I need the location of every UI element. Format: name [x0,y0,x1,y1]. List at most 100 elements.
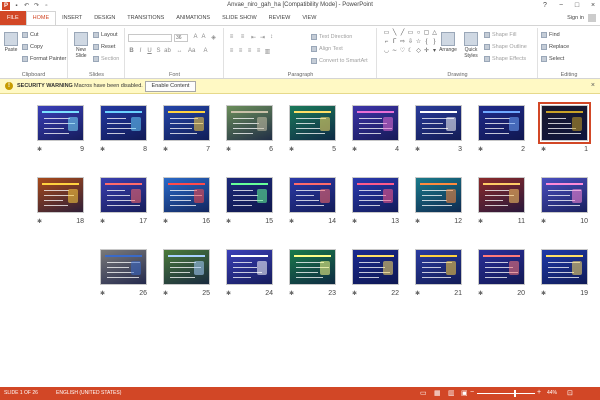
rectangle-shape-icon[interactable]: ▭ [407,30,414,37]
copy-button[interactable]: Copy [22,44,43,50]
slide-thumbnail[interactable] [541,249,588,285]
slide-thumbnail[interactable] [478,177,525,213]
slide-thumbnail[interactable] [226,249,273,285]
justify-icon[interactable]: ≡ [255,48,262,54]
brace-shape-icon[interactable]: } [431,39,438,46]
slide-thumbnail[interactable] [289,249,336,285]
shapes-gallery[interactable]: ▭ ╲ ╱ ▭ ○ ▢ △ ⌐ ᒥ ⇨ ⇩ ☆ { } ◡ ∼ ♡ ☾ ◇ ✛ … [383,30,438,56]
slide-thumbnail[interactable] [100,177,147,213]
slide-thumbnail[interactable] [478,105,525,141]
slide-sorter-view-icon[interactable]: ▦ [434,389,441,397]
zoom-out-button[interactable]: − [470,389,474,396]
shape-fill-button[interactable]: Shape Fill [484,32,516,38]
reading-view-icon[interactable]: ▥ [448,389,455,397]
quick-styles-button[interactable]: Quick Styles [460,32,482,59]
tab-animations[interactable]: ANIMATIONS [170,11,216,25]
callout-shape-icon[interactable]: ◡ [383,48,390,55]
shape-outline-button[interactable]: Shape Outline [484,44,527,50]
tab-home[interactable]: HOME [25,11,57,25]
enable-content-button[interactable]: Enable Content [145,81,196,92]
section-button[interactable]: Section [93,56,119,62]
slide-thumbnail[interactable] [415,249,462,285]
change-case-icon[interactable]: Aa [188,48,195,54]
increase-indent-icon[interactable]: ⇥ [259,34,266,41]
line-shape-icon[interactable]: ⌐ [383,39,390,46]
slide-thumbnail[interactable] [100,249,147,285]
plus-shape-icon[interactable]: ✛ [423,48,430,55]
align-center-icon[interactable]: ≡ [237,48,244,54]
slide-thumbnail[interactable] [100,105,147,141]
arrow-shape-icon[interactable]: ⇨ [399,39,406,46]
text-direction-button[interactable]: Text Direction [311,34,352,40]
slide-thumbnail[interactable] [289,105,336,141]
layout-button[interactable]: Layout [93,32,118,38]
textbox-shape-icon[interactable]: ▭ [383,30,390,37]
tab-file[interactable]: FILE [0,11,26,25]
more-shapes-icon[interactable]: ▾ [431,48,438,55]
minimize-button[interactable]: − [556,1,566,10]
reset-button[interactable]: Reset [93,44,115,50]
slide-thumbnail[interactable] [226,177,273,213]
bullets-icon[interactable]: ≡ [228,34,235,40]
clear-format-icon[interactable]: ◈ [210,34,217,41]
cut-button[interactable]: Cut [22,32,39,38]
grow-font-icon[interactable]: A [192,34,199,40]
shape-effects-button[interactable]: Shape Effects [484,56,526,62]
numbering-icon[interactable]: ≡ [239,34,246,40]
find-button[interactable]: Find [541,32,560,38]
format-painter-button[interactable]: Format Painter [22,56,66,62]
slide-thumbnail[interactable] [163,177,210,213]
diamond-shape-icon[interactable]: ◇ [415,48,422,55]
line-spacing-icon[interactable]: ↕ [268,34,275,40]
align-text-button[interactable]: Align Text [311,46,343,52]
strikethrough-icon[interactable]: ab [164,48,171,54]
char-spacing-icon[interactable]: ↔ [176,48,183,54]
italic-icon[interactable]: I [137,48,144,54]
zoom-slider[interactable] [477,393,535,394]
slide-thumbnail[interactable] [37,177,84,213]
arrange-button[interactable]: Arrange [438,32,458,53]
shadow-icon[interactable]: S [155,48,162,54]
account-avatar[interactable] [588,14,596,22]
decrease-indent-icon[interactable]: ⇤ [250,34,257,41]
slide-thumbnail[interactable] [538,102,591,144]
close-icon[interactable]: × [591,82,595,89]
font-size-field[interactable]: 36 [174,34,188,42]
arrow-shape-icon[interactable]: ⇩ [407,39,414,46]
underline-icon[interactable]: U [146,48,153,54]
slide-thumbnail[interactable] [415,105,462,141]
normal-view-icon[interactable]: ▭ [420,389,427,397]
zoom-slider-thumb[interactable] [514,390,516,397]
slide-thumbnail[interactable] [37,105,84,141]
moon-shape-icon[interactable]: ☾ [407,48,414,55]
tab-slide-show[interactable]: SLIDE SHOW [216,11,263,25]
slide-thumbnail[interactable] [163,249,210,285]
star-shape-icon[interactable]: ☆ [415,39,422,46]
bold-icon[interactable]: B [128,48,135,54]
select-button[interactable]: Select [541,56,564,62]
columns-icon[interactable]: ▥ [264,48,271,55]
brace-shape-icon[interactable]: { [423,39,430,46]
tab-insert[interactable]: INSERT [56,11,88,25]
font-color-icon[interactable]: A [202,48,209,54]
slide-thumbnail[interactable] [415,177,462,213]
rounded-rect-shape-icon[interactable]: ▢ [423,30,430,37]
slide-thumbnail[interactable] [226,105,273,141]
oval-shape-icon[interactable]: ○ [415,30,422,37]
connector-shape-icon[interactable]: ᒥ [391,39,398,46]
slide-thumbnail[interactable] [541,177,588,213]
heart-shape-icon[interactable]: ♡ [399,48,406,55]
align-right-icon[interactable]: ≡ [246,48,253,54]
zoom-in-button[interactable]: + [537,389,541,396]
shrink-font-icon[interactable]: A [200,34,207,40]
close-button[interactable]: × [588,1,598,10]
zoom-level[interactable]: 44% [547,390,557,396]
tab-design[interactable]: DESIGN [88,11,121,25]
slide-thumbnail[interactable] [352,105,399,141]
new-slide-button[interactable]: New Slide [71,32,91,59]
language-indicator[interactable]: ENGLISH (UNITED STATES) [56,390,121,396]
font-name-field[interactable] [128,34,172,42]
triangle-shape-icon[interactable]: △ [431,30,438,37]
sign-in-link[interactable]: Sign in [567,15,584,21]
align-left-icon[interactable]: ≡ [228,48,235,54]
